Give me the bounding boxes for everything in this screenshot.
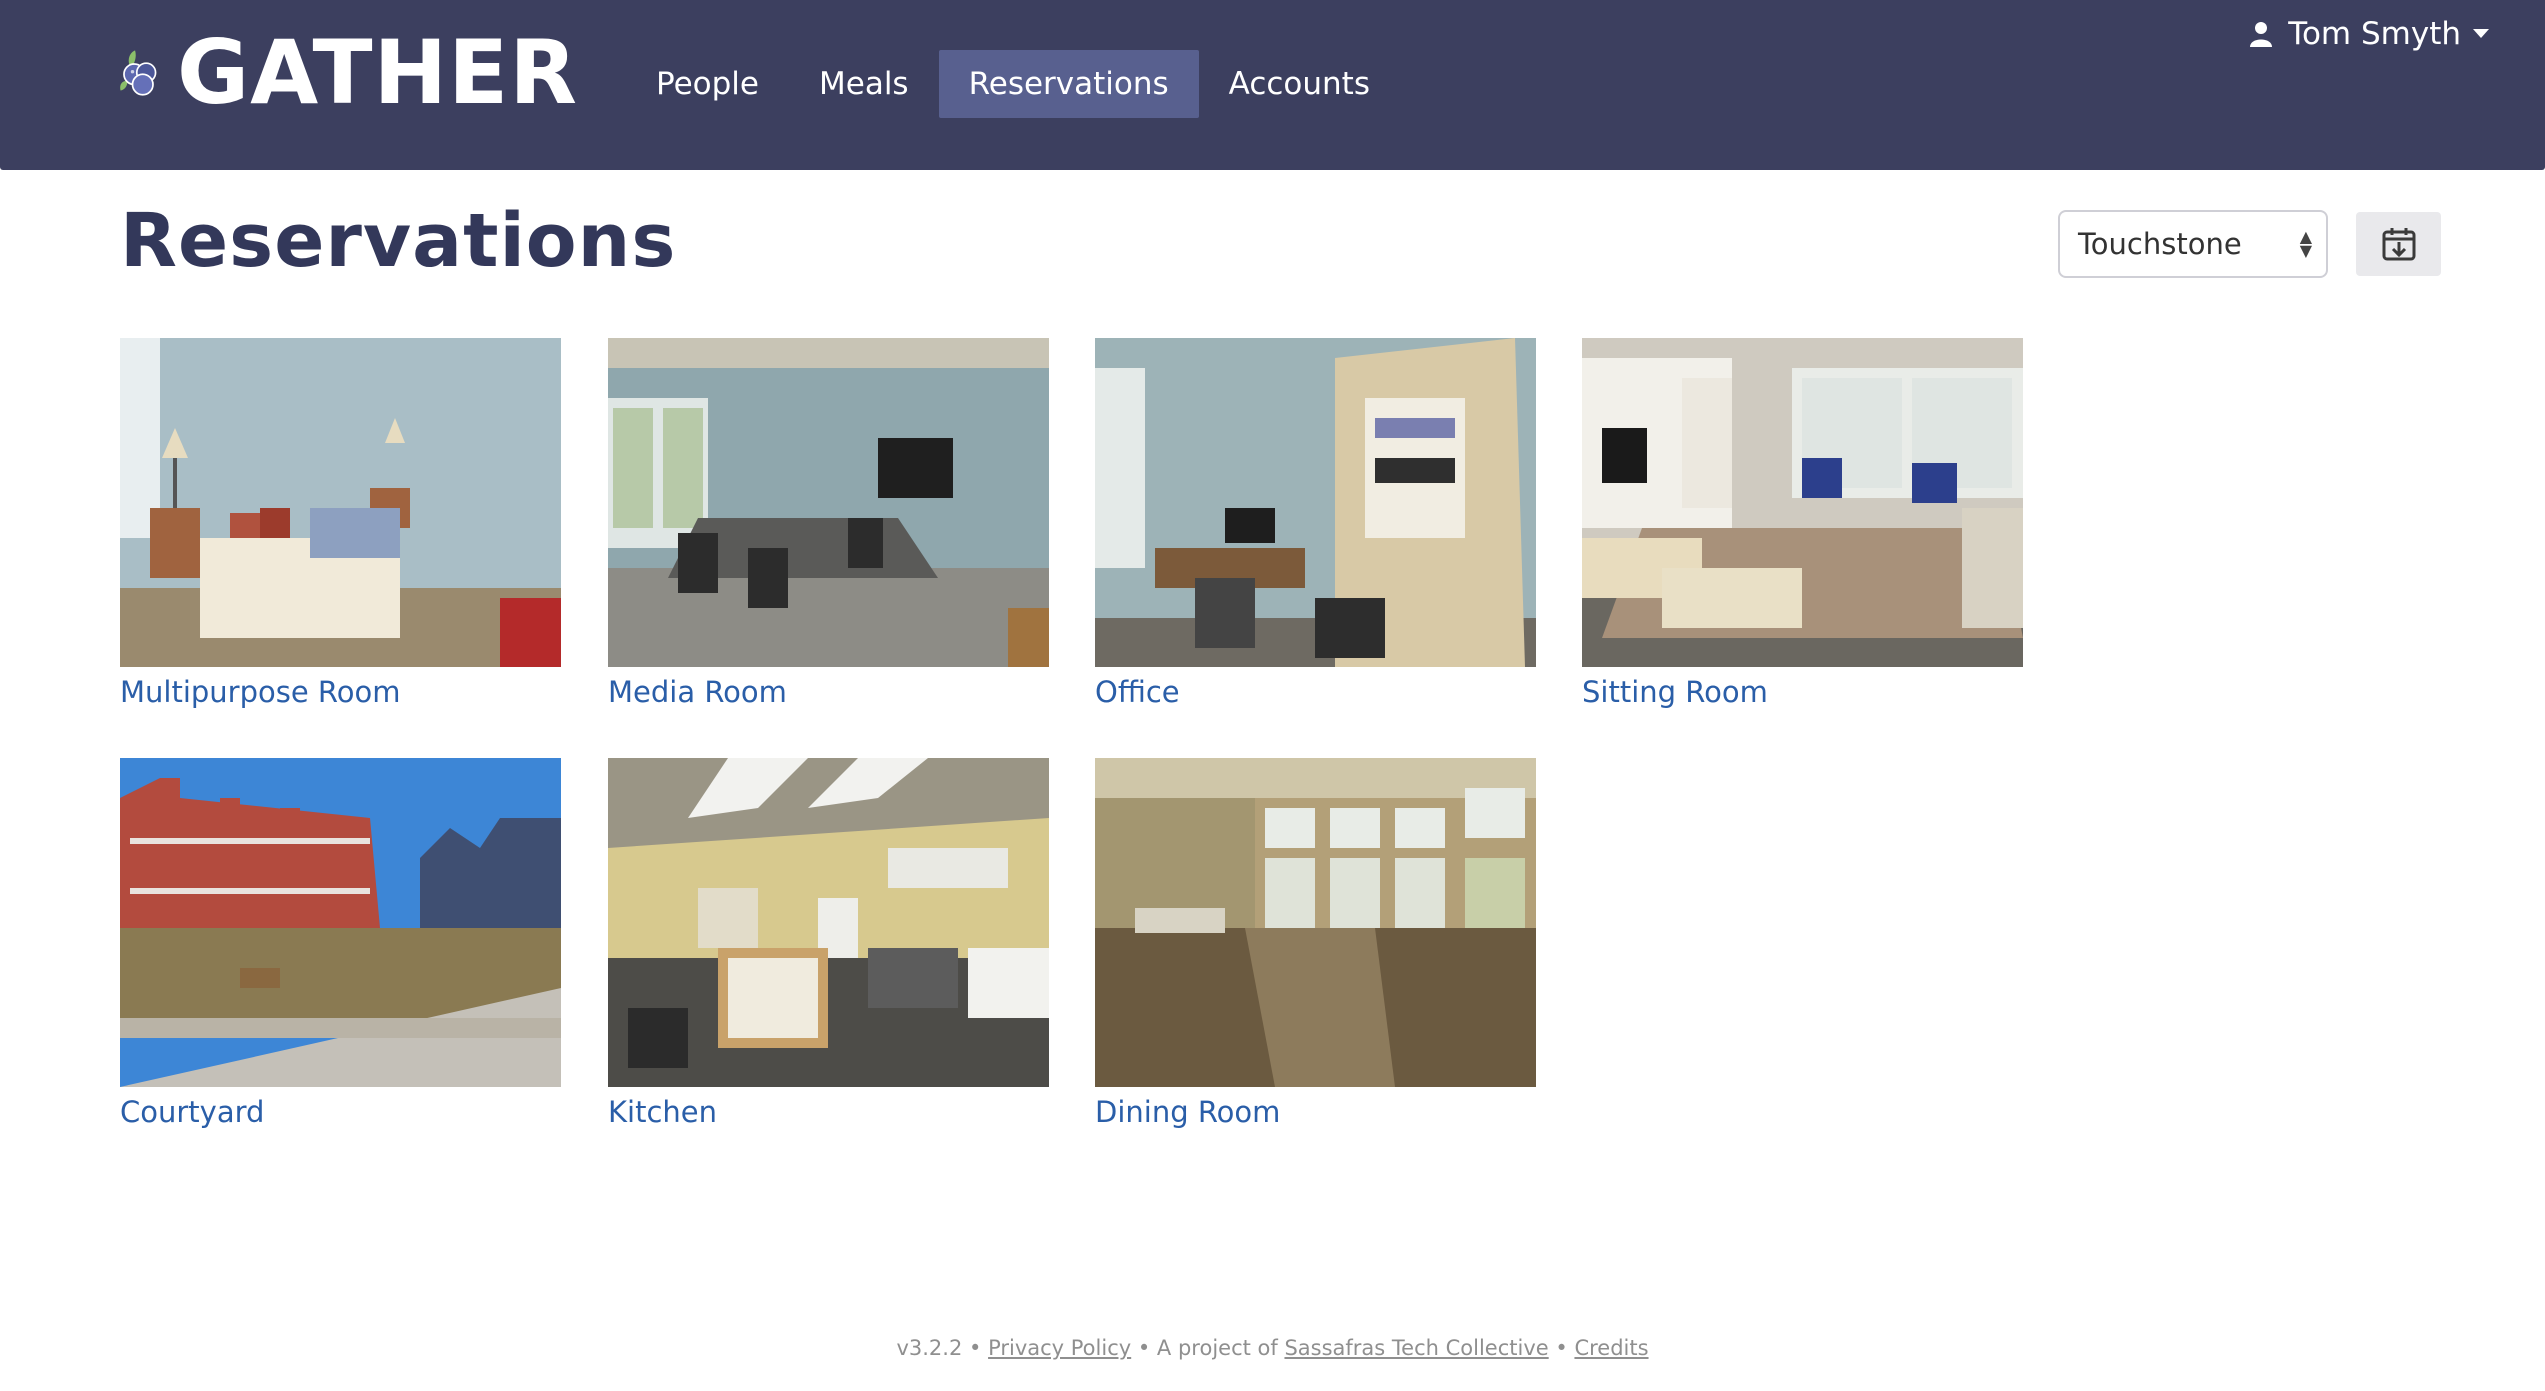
resource-link[interactable]: Courtyard: [120, 1095, 561, 1129]
calendar-download-icon: [2382, 228, 2415, 261]
multipurpose-room-photo[interactable]: [120, 338, 561, 667]
office-photo[interactable]: [1095, 338, 1536, 667]
nav-item-meals[interactable]: Meals: [789, 50, 939, 118]
chevron-down-icon: [2473, 29, 2489, 39]
user-name: Tom Smyth: [2288, 16, 2461, 52]
footer-separator: •: [1548, 1336, 1575, 1360]
select-arrows-icon: ▲ ▼: [2299, 227, 2312, 260]
resource-link[interactable]: Multipurpose Room: [120, 675, 561, 709]
blueberries-logo-icon: [120, 50, 157, 96]
user-icon: [2250, 21, 2273, 47]
main-nav: People Meals Reservations Accounts: [626, 50, 1400, 118]
footer: v3.2.2 • Privacy Policy • A project of S…: [0, 1336, 2545, 1360]
sitting-room-photo[interactable]: [1582, 338, 2023, 667]
resource-tile-office[interactable]: Office: [1095, 338, 1536, 709]
top-navbar: GATHER People Meals Reservations Account…: [0, 0, 2545, 170]
resource-link[interactable]: Dining Room: [1095, 1095, 1536, 1129]
resource-tile-multipurpose-room[interactable]: Multipurpose Room: [120, 338, 561, 709]
resource-tile-courtyard[interactable]: Courtyard: [120, 758, 561, 1129]
resource-link[interactable]: Office: [1095, 675, 1536, 709]
resource-tile-sitting-room[interactable]: Sitting Room: [1582, 338, 2023, 709]
dining-room-photo[interactable]: [1095, 758, 1536, 1087]
calendar-export-button[interactable]: [2356, 212, 2441, 276]
resource-tile-dining-room[interactable]: Dining Room: [1095, 758, 1536, 1129]
community-select[interactable]: Touchstone ▲ ▼: [2058, 210, 2328, 278]
sassafras-link[interactable]: Sassafras Tech Collective: [1284, 1336, 1548, 1360]
logo-wordmark: GATHER: [176, 21, 578, 124]
resource-link[interactable]: Sitting Room: [1582, 675, 2023, 709]
resource-link[interactable]: Media Room: [608, 675, 1049, 709]
media-room-photo[interactable]: [608, 338, 1049, 667]
gather-logo[interactable]: GATHER: [118, 18, 578, 128]
version-label: v3.2.2: [896, 1336, 963, 1360]
resource-tile-kitchen[interactable]: Kitchen: [608, 758, 1049, 1129]
user-menu-toggle[interactable]: Tom Smyth: [2250, 14, 2489, 54]
nav-item-accounts[interactable]: Accounts: [1199, 50, 1400, 118]
footer-separator: •: [962, 1336, 989, 1360]
privacy-policy-link[interactable]: Privacy Policy: [988, 1336, 1131, 1360]
community-select-value: Touchstone: [2078, 227, 2242, 261]
credits-link[interactable]: Credits: [1574, 1336, 1648, 1360]
courtyard-photo[interactable]: [120, 758, 561, 1087]
nav-item-people[interactable]: People: [626, 50, 789, 118]
footer-project-text: • A project of: [1131, 1336, 1285, 1360]
kitchen-photo[interactable]: [608, 758, 1049, 1087]
page-title: Reservations: [120, 198, 677, 284]
resource-link[interactable]: Kitchen: [608, 1095, 1049, 1129]
resource-tile-media-room[interactable]: Media Room: [608, 338, 1049, 709]
nav-item-reservations[interactable]: Reservations: [938, 50, 1199, 118]
